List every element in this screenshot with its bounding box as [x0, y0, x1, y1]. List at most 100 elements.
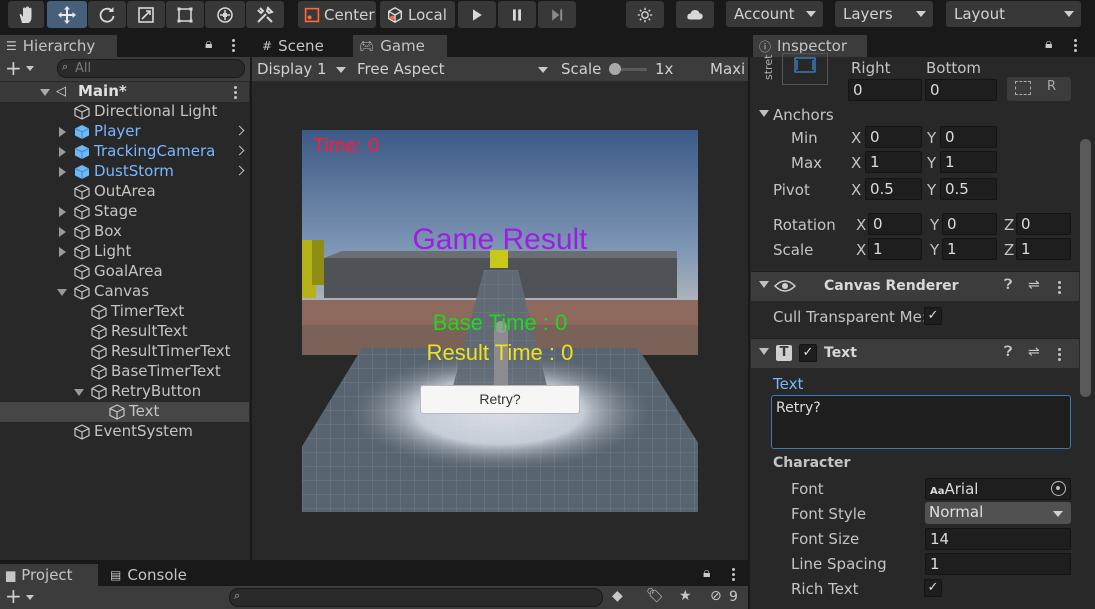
more-options-icon[interactable] [231, 38, 235, 52]
hierarchy-item[interactable]: Stage [0, 202, 249, 222]
hierarchy-item[interactable]: Text [0, 402, 249, 422]
text-component-header[interactable]: T ✓ Text ❓︎ ⇌ [751, 338, 1079, 368]
anchor-min-x[interactable]: 0 [865, 126, 922, 148]
inspector-scrollbar[interactable] [1080, 139, 1091, 397]
anchor-max-y[interactable]: 1 [940, 151, 997, 173]
canvas-renderer-header[interactable]: Canvas Renderer ❓︎ ⇌ [751, 271, 1079, 301]
tab-hierarchy[interactable]: ☰ Hierarchy [0, 35, 117, 57]
create-asset-button[interactable]: + [5, 584, 22, 608]
raw-edit-icon[interactable]: R [1047, 79, 1056, 94]
blueprint-mode-icon[interactable] [1015, 81, 1031, 95]
tab-scene[interactable]: # Scene [256, 35, 351, 57]
right-field[interactable]: 0 [848, 79, 922, 101]
cull-transparent-checkbox[interactable]: ✓ [924, 307, 942, 325]
font-field[interactable]: AaArial [925, 478, 1071, 500]
lighting-button[interactable] [626, 1, 664, 28]
expand-arrow-icon[interactable] [40, 89, 50, 96]
scale-tool-button[interactable] [127, 1, 165, 28]
play-button[interactable] [458, 1, 496, 28]
anchor-preset-button[interactable] [782, 53, 828, 85]
pivot-mode-button[interactable]: Center [298, 1, 376, 28]
hierarchy-item[interactable]: TimerText [0, 302, 249, 322]
pause-button[interactable] [498, 1, 536, 28]
component-menu-icon[interactable] [1057, 280, 1061, 294]
help-icon[interactable]: ❓︎ [1004, 277, 1012, 293]
tab-console[interactable]: ▤ Console [104, 564, 214, 586]
help-icon[interactable]: ❓︎ [1004, 344, 1012, 360]
collapsed-arrow-icon[interactable] [59, 127, 66, 137]
chevron-right-icon[interactable] [234, 145, 245, 156]
scale-x[interactable]: 1 [868, 238, 922, 260]
more-options-icon[interactable] [731, 567, 735, 581]
hierarchy-item[interactable]: TrackingCamera [0, 142, 249, 162]
scale-y[interactable]: 1 [942, 238, 997, 260]
retry-button[interactable]: Retry? [420, 385, 580, 414]
rich-text-checkbox[interactable]: ✓ [924, 579, 942, 597]
hidden-packages-icon[interactable]: ⊘ [710, 588, 722, 604]
filter-by-label-icon[interactable]: 🏷︎ [646, 588, 664, 604]
object-picker-icon[interactable] [1051, 481, 1066, 496]
rect-tool-button[interactable] [166, 1, 204, 28]
lock-icon[interactable]: 🔒︎ [1045, 36, 1052, 52]
font-style-dropdown[interactable]: Normal [925, 502, 1071, 524]
preset-icon[interactable]: ⇌ [1028, 277, 1040, 293]
preset-icon[interactable]: ⇌ [1028, 344, 1040, 360]
rotation-y[interactable]: 0 [942, 213, 997, 235]
chevron-right-icon[interactable] [234, 125, 245, 136]
text-enabled-checkbox[interactable]: ✓ [799, 344, 817, 362]
hierarchy-item[interactable]: EventSystem [0, 422, 249, 442]
collapsed-arrow-icon[interactable] [59, 207, 66, 217]
layout-dropdown[interactable]: Layout [946, 1, 1081, 27]
pivot-x[interactable]: 0.5 [865, 178, 922, 200]
more-options-icon[interactable] [1073, 38, 1077, 52]
collapsed-arrow-icon[interactable] [59, 147, 66, 157]
rotation-z[interactable]: 0 [1016, 213, 1071, 235]
display-dropdown[interactable]: Display 1 [252, 57, 348, 81]
tab-project[interactable]: ▆ Project [0, 564, 98, 586]
step-button[interactable] [538, 1, 576, 28]
rotation-x[interactable]: 0 [868, 213, 922, 235]
aspect-dropdown[interactable]: Free Aspect [352, 57, 550, 81]
line-spacing-field[interactable]: 1 [925, 553, 1071, 575]
favorites-icon[interactable]: ★ [679, 588, 692, 604]
collapsed-arrow-icon[interactable] [59, 247, 66, 257]
collapsed-arrow-icon[interactable] [59, 167, 66, 177]
hierarchy-item[interactable]: Directional Light [0, 102, 249, 122]
hierarchy-item[interactable]: BaseTimerText [0, 362, 249, 382]
pivot-rotation-button[interactable]: Local [380, 1, 455, 28]
text-content-area[interactable]: Retry? [771, 395, 1071, 449]
lock-icon[interactable]: 🔒︎ [205, 36, 212, 52]
hierarchy-item[interactable]: RetryButton [0, 382, 249, 402]
component-menu-icon[interactable] [1057, 347, 1061, 361]
anchor-min-y[interactable]: 0 [940, 126, 997, 148]
transform-tool-button[interactable] [205, 1, 245, 28]
scene-row[interactable]: ◁ Main* [0, 82, 249, 102]
rotate-tool-button[interactable] [88, 1, 126, 28]
scene-options-icon[interactable] [233, 85, 237, 99]
expanded-arrow-icon[interactable] [57, 289, 67, 296]
collapse-arrow-icon[interactable] [759, 348, 769, 355]
hierarchy-item[interactable]: Light [0, 242, 249, 262]
project-search-input[interactable]: ⌕ [229, 588, 603, 607]
collapse-arrow-icon[interactable] [759, 281, 769, 288]
lock-icon[interactable]: 🔒︎ [703, 565, 710, 581]
hierarchy-item[interactable]: GoalArea [0, 262, 249, 282]
anchor-max-x[interactable]: 1 [865, 151, 922, 173]
filter-by-type-icon[interactable]: ◆ [612, 588, 623, 604]
account-dropdown[interactable]: Account [726, 1, 823, 27]
hierarchy-item[interactable]: DustStorm [0, 162, 249, 182]
layers-dropdown[interactable]: Layers [835, 1, 933, 27]
maximize-toggle[interactable]: Maxi [710, 60, 745, 78]
hierarchy-item[interactable]: Canvas [0, 282, 249, 302]
hierarchy-item[interactable]: Box [0, 222, 249, 242]
font-size-field[interactable]: 14 [925, 528, 1071, 550]
game-viewport[interactable]: Time: 0 Game Result Base Time : 0 Result… [302, 130, 698, 512]
hierarchy-item[interactable]: ResultTimerText [0, 342, 249, 362]
bottom-field[interactable]: 0 [925, 79, 997, 101]
custom-tool-button[interactable] [246, 1, 284, 28]
hierarchy-item[interactable]: OutArea [0, 182, 249, 202]
scale-slider-thumb[interactable] [609, 63, 621, 75]
move-tool-button[interactable] [47, 1, 87, 28]
hierarchy-item[interactable]: ResultText [0, 322, 249, 342]
cloud-services-button[interactable] [676, 1, 714, 28]
